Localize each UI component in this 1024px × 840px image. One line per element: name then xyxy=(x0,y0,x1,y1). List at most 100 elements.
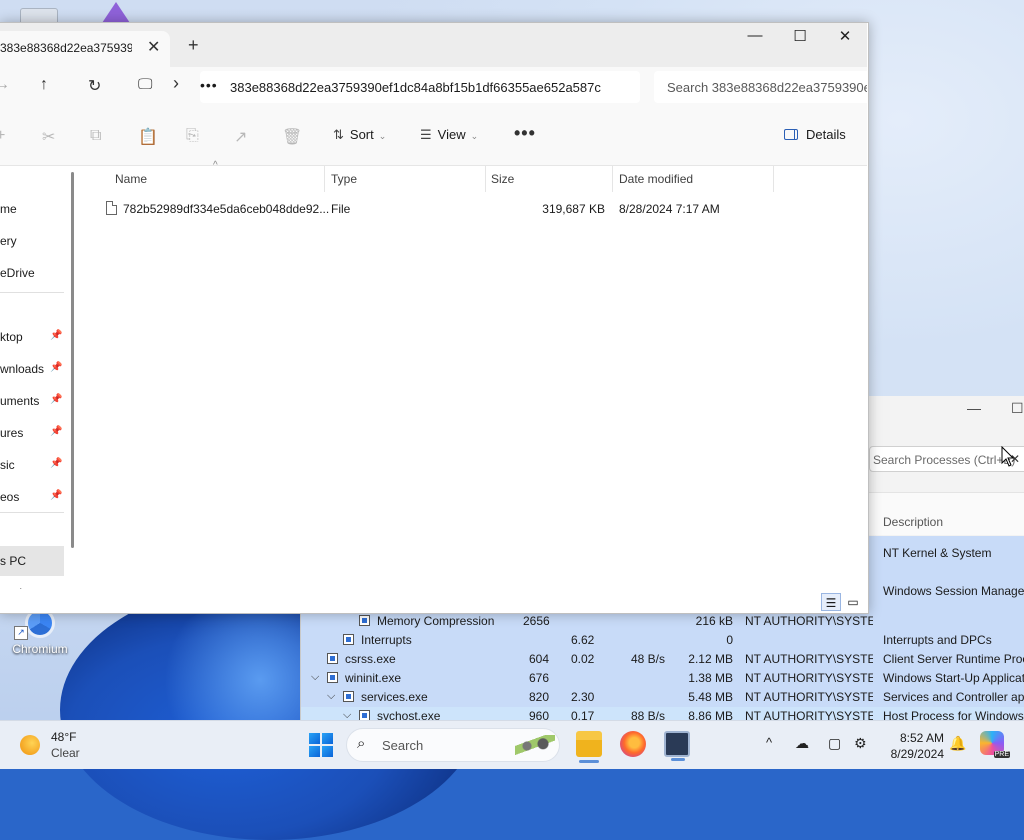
process-row[interactable]: ⌵ wininit.exe 676 1.38 MB NT AUTHORITY\S… xyxy=(301,669,1024,688)
process-row[interactable]: ⌵ services.exe 820 2.30 5.48 MB NT AUTHO… xyxy=(301,688,1024,707)
weather-widget[interactable]: 48°F Clear xyxy=(20,729,110,763)
breadcrumb-overflow-button[interactable]: ••• xyxy=(200,77,218,93)
pin-icon: 📌 xyxy=(50,490,63,501)
sort-icon: ⇅ xyxy=(333,127,344,142)
process-row[interactable]: csrss.exe 604 0.02 48 B/s 2.12 MB NT AUT… xyxy=(301,650,1024,669)
more-options-button[interactable]: ••• xyxy=(514,123,536,144)
refresh-icon[interactable]: ↻ xyxy=(88,76,101,96)
network-settings-icon[interactable]: ⚙ xyxy=(854,735,867,752)
process-pid: 604 xyxy=(529,652,550,666)
notification-bell-icon[interactable]: 🔔 xyxy=(949,735,966,752)
tab-close-icon[interactable]: ✕ xyxy=(147,37,160,57)
explorer-tabbar[interactable]: 383e88368d22ea3759390ef1dc84a8bf15b1df66… xyxy=(0,23,867,67)
column-header-label: Size xyxy=(491,172,515,186)
column-divider[interactable] xyxy=(773,166,774,192)
file-explorer-taskbar-icon[interactable] xyxy=(576,731,602,763)
address-path[interactable]: 383e88368d22ea3759390ef1dc84a8bf15b1df66… xyxy=(230,80,618,95)
this-pc-icon[interactable]: 🖵 xyxy=(138,76,152,93)
tray-overflow-chevron-icon[interactable]: ^ xyxy=(766,735,772,750)
view-button[interactable]: ☰ View ⌄ xyxy=(420,127,478,143)
process-memory: 0 xyxy=(726,633,733,647)
process-row[interactable]: Memory Compression 2656 216 kB NT AUTHOR… xyxy=(301,612,1024,631)
process-description: Windows Session Manager xyxy=(883,584,1024,598)
pin-icon: 📌 xyxy=(50,458,63,469)
sidebar-scrollbar[interactable] xyxy=(71,172,74,548)
tiles-view-icon[interactable]: ▭ xyxy=(843,593,863,611)
file-size: 319,687 KB xyxy=(542,202,605,216)
process-icon xyxy=(343,634,354,645)
view-icon: ☰ xyxy=(420,127,432,142)
file-row[interactable]: 782b52989df334e5da6ceb048dde92... File 3… xyxy=(80,198,867,220)
sidebar-item-home[interactable]: me xyxy=(0,194,64,224)
column-header-size[interactable]: Size xyxy=(486,166,612,192)
navigation-pane: me ery eDrive ktop 📌 wnloads 📌 uments 📌 … xyxy=(0,166,78,600)
recycle-bin-icon[interactable] xyxy=(20,8,58,22)
process-user: NT AUTHORITY\SYSTEM xyxy=(745,652,873,666)
sidebar-item-gallery[interactable]: ery xyxy=(0,226,64,256)
sort-button[interactable]: ⇅ Sort ⌄ xyxy=(333,127,386,143)
column-header-description[interactable]: Description xyxy=(883,515,943,529)
sort-label: Sort xyxy=(349,127,374,142)
close-button[interactable]: ✕ xyxy=(830,27,860,45)
process-cpu: 6.62 xyxy=(571,633,595,647)
expand-chevron-icon[interactable]: ⌵ xyxy=(343,709,351,720)
sidebar-item-this-pc[interactable]: s PC xyxy=(0,546,64,576)
windows-logo-icon xyxy=(309,746,320,757)
column-header-label: Date modified xyxy=(619,172,694,186)
sidebar-item-label: ery xyxy=(0,234,17,248)
sidebar-item-onedrive[interactable]: eDrive xyxy=(0,258,64,288)
minimize-button[interactable]: — xyxy=(740,27,770,44)
expand-chevron-icon[interactable]: ⌵ xyxy=(311,671,319,684)
task-manager-taskbar-icon[interactable] xyxy=(664,731,690,761)
firefox-taskbar-icon[interactable] xyxy=(620,731,646,757)
shortcut-arrow-icon: ↗ xyxy=(14,626,28,640)
process-row[interactable]: Interrupts 6.62 0 Interrupts and DPCs xyxy=(301,631,1024,650)
address-path-box[interactable]: ••• 383e88368d22ea3759390ef1dc84a8bf15b1… xyxy=(200,71,640,103)
tm-maximize-button[interactable]: ☐ xyxy=(1011,400,1024,417)
sidebar-item-downloads[interactable]: wnloads 📌 xyxy=(0,354,64,384)
copilot-icon[interactable]: PRE xyxy=(980,731,1010,758)
sidebar-item-videos[interactable]: eos 📌 xyxy=(0,482,64,512)
process-icon xyxy=(359,615,370,626)
maximize-button[interactable]: ☐ xyxy=(785,27,815,45)
tm-minimize-button[interactable]: — xyxy=(967,400,981,416)
sidebar-item-documents[interactable]: uments 📌 xyxy=(0,386,64,416)
expand-chevron-icon[interactable]: ⌵ xyxy=(327,690,335,703)
process-memory: 2.12 MB xyxy=(688,652,733,666)
display-icon[interactable]: ▢ xyxy=(828,735,841,752)
sidebar-item-pictures[interactable]: ures 📌 xyxy=(0,418,64,448)
sidebar-divider xyxy=(0,292,64,293)
sidebar-item-desktop[interactable]: ktop 📌 xyxy=(0,322,64,352)
column-header-type[interactable]: Type xyxy=(325,166,485,192)
visual-studio-icon[interactable] xyxy=(96,2,136,22)
sidebar-item-label: sic xyxy=(0,458,15,472)
breadcrumb-chevron-icon[interactable]: › xyxy=(173,73,179,94)
view-label: View xyxy=(437,127,466,142)
process-memory: 5.48 MB xyxy=(688,690,733,704)
taskbar-clock[interactable]: 8:52 AM 8/29/2024 xyxy=(884,730,944,762)
column-header-date-modified[interactable]: Date modified xyxy=(613,166,773,192)
explorer-tab-active[interactable]: 383e88368d22ea3759390ef1dc84a8bf15b1df66… xyxy=(0,31,170,67)
forward-arrow-icon[interactable]: → xyxy=(0,76,10,94)
taskbar-search-box[interactable]: ⌕ Search xyxy=(346,728,560,762)
rename-icon: ⎘ xyxy=(186,127,199,144)
onedrive-offline-icon[interactable]: ☁ xyxy=(795,735,809,752)
process-icon xyxy=(327,653,338,664)
explorer-search-input[interactable]: Search 383e88368d22ea3759390ef1dc84a8bf1… xyxy=(654,71,868,103)
details-pane-button[interactable]: Details xyxy=(784,127,846,142)
process-io: 88 B/s xyxy=(630,709,665,720)
new-tab-button[interactable]: + xyxy=(188,35,199,56)
chevron-down-icon: ⌄ xyxy=(378,131,387,141)
mouse-cursor-icon xyxy=(1001,446,1015,467)
sidebar-item-label: s PC xyxy=(0,554,27,568)
column-header-name[interactable]: Name xyxy=(80,166,324,192)
taskbar: 48°F Clear ⌕ Search ^ ☁ ▢ ⚙ 8:52 AM 8/29… xyxy=(0,720,1024,769)
column-header-label: Name xyxy=(115,172,148,186)
start-button[interactable] xyxy=(309,733,333,757)
weather-moon-icon xyxy=(20,735,40,755)
up-arrow-icon[interactable]: ↑ xyxy=(40,76,48,94)
file-explorer-window[interactable]: 383e88368d22ea3759390ef1dc84a8bf15b1df66… xyxy=(0,22,869,614)
details-view-icon[interactable]: ☰ xyxy=(821,593,841,611)
sidebar-item-music[interactable]: sic 📌 xyxy=(0,450,64,480)
process-row[interactable]: ⌵ svchost.exe 960 0.17 88 B/s 8.86 MB NT… xyxy=(301,707,1024,720)
